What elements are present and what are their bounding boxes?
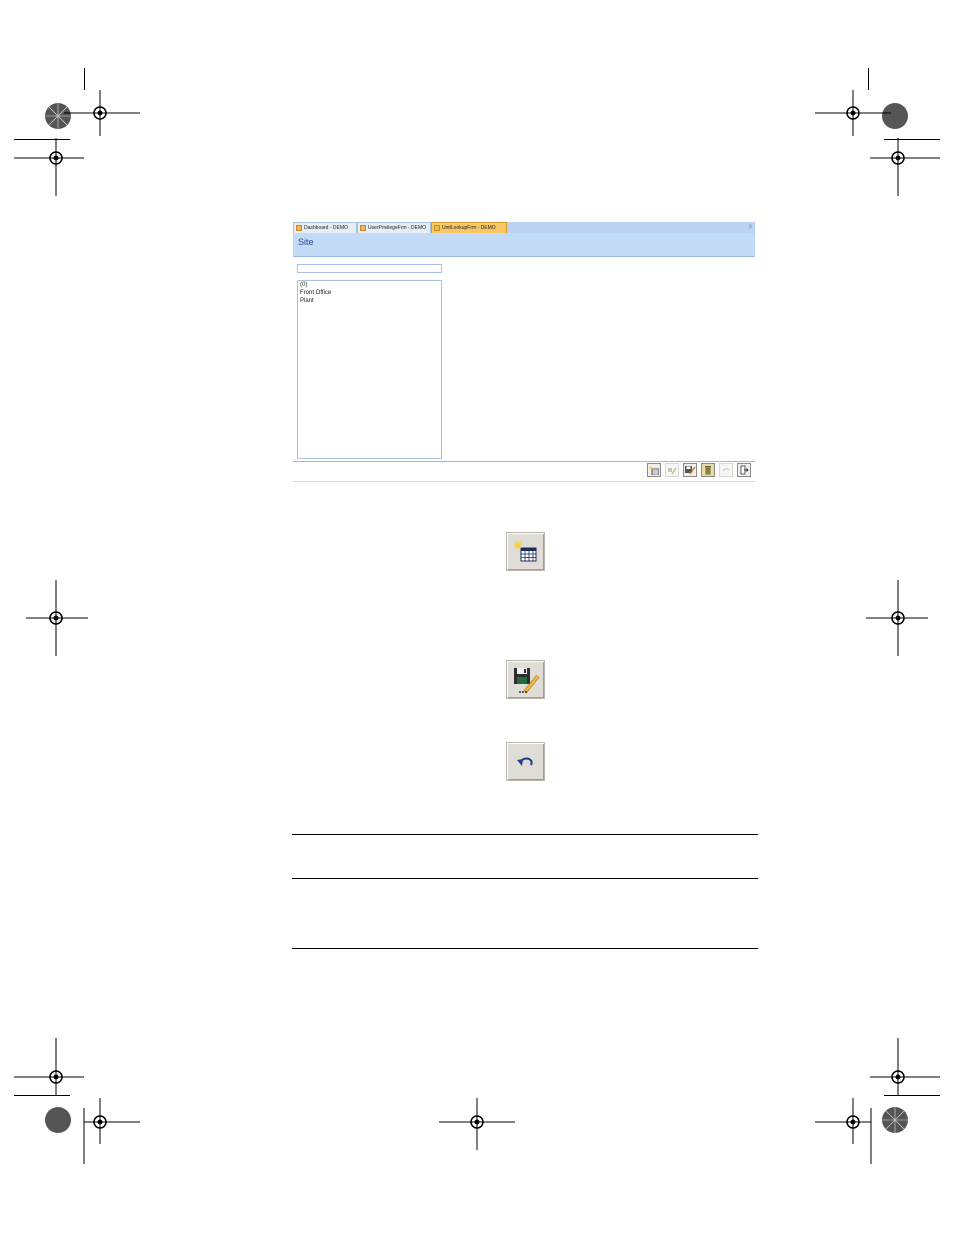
undo-large-button: [506, 742, 545, 781]
tab-dashboard[interactable]: Dashboard - DEMO: [293, 222, 357, 233]
crosshair-icon: [815, 1098, 872, 1164]
exit-icon: [740, 465, 749, 475]
tab-user-privilege[interactable]: UserPrivilegeFrm - DEMO: [357, 222, 431, 233]
form-icon: [296, 225, 302, 231]
form-icon: [434, 225, 440, 231]
tab-label: UnitLookupFrm - DEMO: [442, 225, 496, 231]
list-item[interactable]: (0): [298, 281, 441, 289]
crosshair-icon: [439, 1098, 515, 1150]
undo-button[interactable]: [719, 463, 733, 477]
crosshair-icon: [14, 138, 84, 196]
undo-icon: [722, 468, 730, 472]
crosshair-icon: [83, 1098, 140, 1164]
crosshair-icon: [26, 580, 88, 656]
save-edit-icon: [513, 667, 540, 693]
new-record-icon: [649, 466, 659, 475]
horizontal-rule: [292, 878, 758, 879]
tab-label: Dashboard - DEMO: [304, 225, 348, 231]
list-item[interactable]: Plant: [298, 297, 441, 305]
save-edit-large-button: [506, 660, 545, 699]
edit-button[interactable]: [665, 463, 679, 477]
exit-button[interactable]: [737, 463, 751, 477]
save-icon: [685, 466, 696, 475]
undo-icon: [516, 757, 533, 766]
form-icon: [360, 225, 366, 231]
filter-input[interactable]: [297, 264, 442, 273]
save-button[interactable]: [683, 463, 697, 477]
horizontal-rule: [292, 834, 758, 835]
tab-unit-lookup[interactable]: UnitLookupFrm - DEMO: [431, 222, 507, 233]
form-title: Site: [298, 237, 314, 247]
footer-divider: [293, 481, 755, 482]
trash-icon: [705, 466, 711, 475]
crosshair-icon: [866, 580, 928, 656]
form-header: Site: [293, 233, 755, 257]
edit-icon: [668, 467, 677, 474]
close-tab-button[interactable]: x: [749, 222, 752, 233]
list-item[interactable]: Front Office: [298, 289, 441, 297]
tab-label: UserPrivilegeFrm - DEMO: [368, 225, 427, 231]
crosshair-icon: [870, 138, 940, 196]
new-record-icon: [513, 540, 536, 561]
site-listbox[interactable]: (0) Front Office Plant: [297, 280, 442, 459]
horizontal-rule: [292, 948, 758, 949]
new-record-button[interactable]: [647, 463, 661, 477]
footer-divider: [293, 461, 755, 462]
new-record-large-button: [506, 532, 545, 571]
delete-button[interactable]: [701, 463, 715, 477]
